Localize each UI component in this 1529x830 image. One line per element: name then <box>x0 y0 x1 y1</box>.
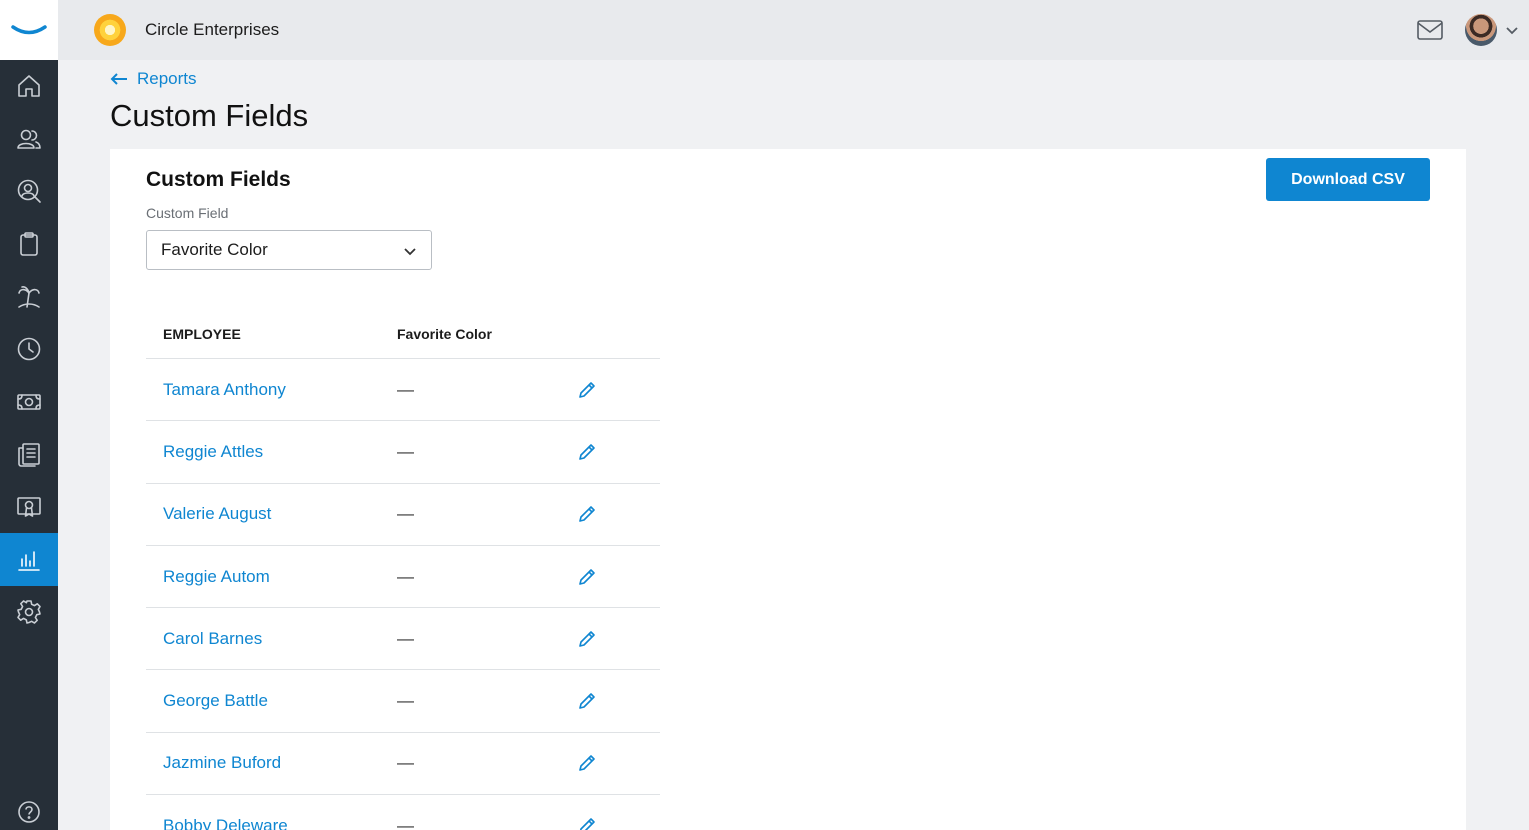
edit-button[interactable] <box>577 567 607 587</box>
table-row: Bobby Deleware — <box>146 795 660 830</box>
favorite-color-value: — <box>397 566 414 586</box>
help-button[interactable] <box>0 794 58 830</box>
top-bar: Circle Enterprises <box>58 0 1529 60</box>
favorite-color-value: — <box>397 815 414 830</box>
download-csv-button[interactable]: Download CSV <box>1266 158 1430 201</box>
employee-name-link[interactable]: Reggie Autom <box>146 567 397 587</box>
mail-button[interactable] <box>1416 18 1444 42</box>
table-row: Jazmine Buford — <box>146 733 660 796</box>
favorite-color-value: — <box>397 628 414 648</box>
employee-name-link[interactable]: Carol Barnes <box>146 629 397 649</box>
employee-name-link[interactable]: Reggie Attles <box>146 442 397 462</box>
chevron-down-icon <box>403 243 417 257</box>
app-logo[interactable] <box>0 0 58 60</box>
table-row: Carol Barnes — <box>146 608 660 671</box>
home-icon <box>18 75 40 98</box>
column-header-employee: EMPLOYEE <box>163 325 241 342</box>
smile-logo-icon <box>11 25 47 35</box>
favorite-color-value: — <box>397 691 414 711</box>
avatar[interactable] <box>1465 14 1497 46</box>
custom-fields-table: EMPLOYEE Favorite Color Tamara Anthony — R… <box>146 309 660 830</box>
table-header: EMPLOYEE Favorite Color <box>146 309 660 359</box>
edit-button[interactable] <box>577 629 607 649</box>
table-row: George Battle — <box>146 670 660 733</box>
mail-icon <box>1417 20 1443 40</box>
employee-name-link[interactable]: Valerie August <box>146 504 397 524</box>
employee-name-link[interactable]: George Battle <box>146 691 397 711</box>
pencil-icon <box>579 817 595 830</box>
custom-field-select[interactable]: Favorite Color <box>146 230 432 270</box>
edit-button[interactable] <box>577 380 607 400</box>
pencil-icon <box>579 631 595 647</box>
column-header-favorite-color: Favorite Color <box>397 325 492 342</box>
top-right-controls <box>1416 14 1529 46</box>
pencil-icon <box>579 568 595 585</box>
custom-field-label: Custom Field <box>146 205 229 221</box>
table-row: Valerie August — <box>146 484 660 546</box>
reports-chart-icon <box>18 550 40 571</box>
employee-name-link[interactable]: Jazmine Buford <box>146 753 397 773</box>
company-logo <box>94 14 126 46</box>
sidebar-item-time-off[interactable] <box>0 270 58 323</box>
table-row: Reggie Autom — <box>146 546 660 609</box>
employee-name-link[interactable]: Tamara Anthony <box>146 380 397 400</box>
favorite-color-value: — <box>397 441 414 461</box>
sidebar-item-payroll[interactable] <box>0 376 58 429</box>
edit-button[interactable] <box>577 442 607 462</box>
back-link-label: Reports <box>137 69 197 88</box>
page-title: Custom Fields <box>110 98 309 133</box>
sidebar-item-tasks[interactable] <box>0 218 58 271</box>
sidebar-item-settings[interactable] <box>0 586 58 639</box>
back-to-reports-link[interactable]: Reports <box>110 69 197 89</box>
table-row: Reggie Attles — <box>146 421 660 484</box>
person-search-icon <box>17 180 41 204</box>
favorite-color-value: — <box>397 753 414 773</box>
favorite-color-value: — <box>397 379 414 399</box>
selected-field-value: Favorite Color <box>161 240 268 259</box>
money-icon <box>17 394 41 410</box>
sidebar-item-home[interactable] <box>0 60 58 113</box>
employee-name-link[interactable]: Bobby Deleware <box>146 816 397 830</box>
edit-button[interactable] <box>577 691 607 711</box>
sidebar-item-recruiting[interactable] <box>0 165 58 218</box>
documents-icon <box>18 443 40 468</box>
edit-button[interactable] <box>577 504 607 524</box>
sidebar-item-training[interactable] <box>0 481 58 534</box>
palm-tree-icon <box>18 285 40 308</box>
help-icon <box>18 801 40 823</box>
company-name: Circle Enterprises <box>145 20 280 39</box>
sidebar-item-people[interactable] <box>0 113 58 166</box>
chevron-down-icon <box>1506 27 1518 35</box>
clock-icon <box>17 337 41 361</box>
edit-button[interactable] <box>577 816 607 830</box>
pencil-icon <box>579 506 595 523</box>
pencil-icon <box>579 381 595 398</box>
account-menu-toggle[interactable] <box>1505 23 1519 37</box>
pencil-icon <box>579 444 595 460</box>
pencil-icon <box>579 755 595 772</box>
gear-icon <box>17 600 41 625</box>
custom-fields-card: Custom Fields Custom Field Favorite Colo… <box>110 149 1466 830</box>
sidebar <box>0 0 58 830</box>
card-title: Custom Fields <box>146 168 291 191</box>
arrow-left-icon <box>110 73 127 85</box>
sidebar-item-reports[interactable] <box>0 533 58 586</box>
certificate-icon <box>17 497 41 517</box>
people-icon <box>17 129 41 149</box>
table-row: Tamara Anthony — <box>146 359 660 422</box>
sidebar-item-documents[interactable] <box>0 428 58 481</box>
clipboard-icon <box>20 232 38 256</box>
favorite-color-value: — <box>397 504 414 524</box>
pencil-icon <box>579 693 595 709</box>
sidebar-item-time-tracking[interactable] <box>0 323 58 376</box>
edit-button[interactable] <box>577 753 607 773</box>
